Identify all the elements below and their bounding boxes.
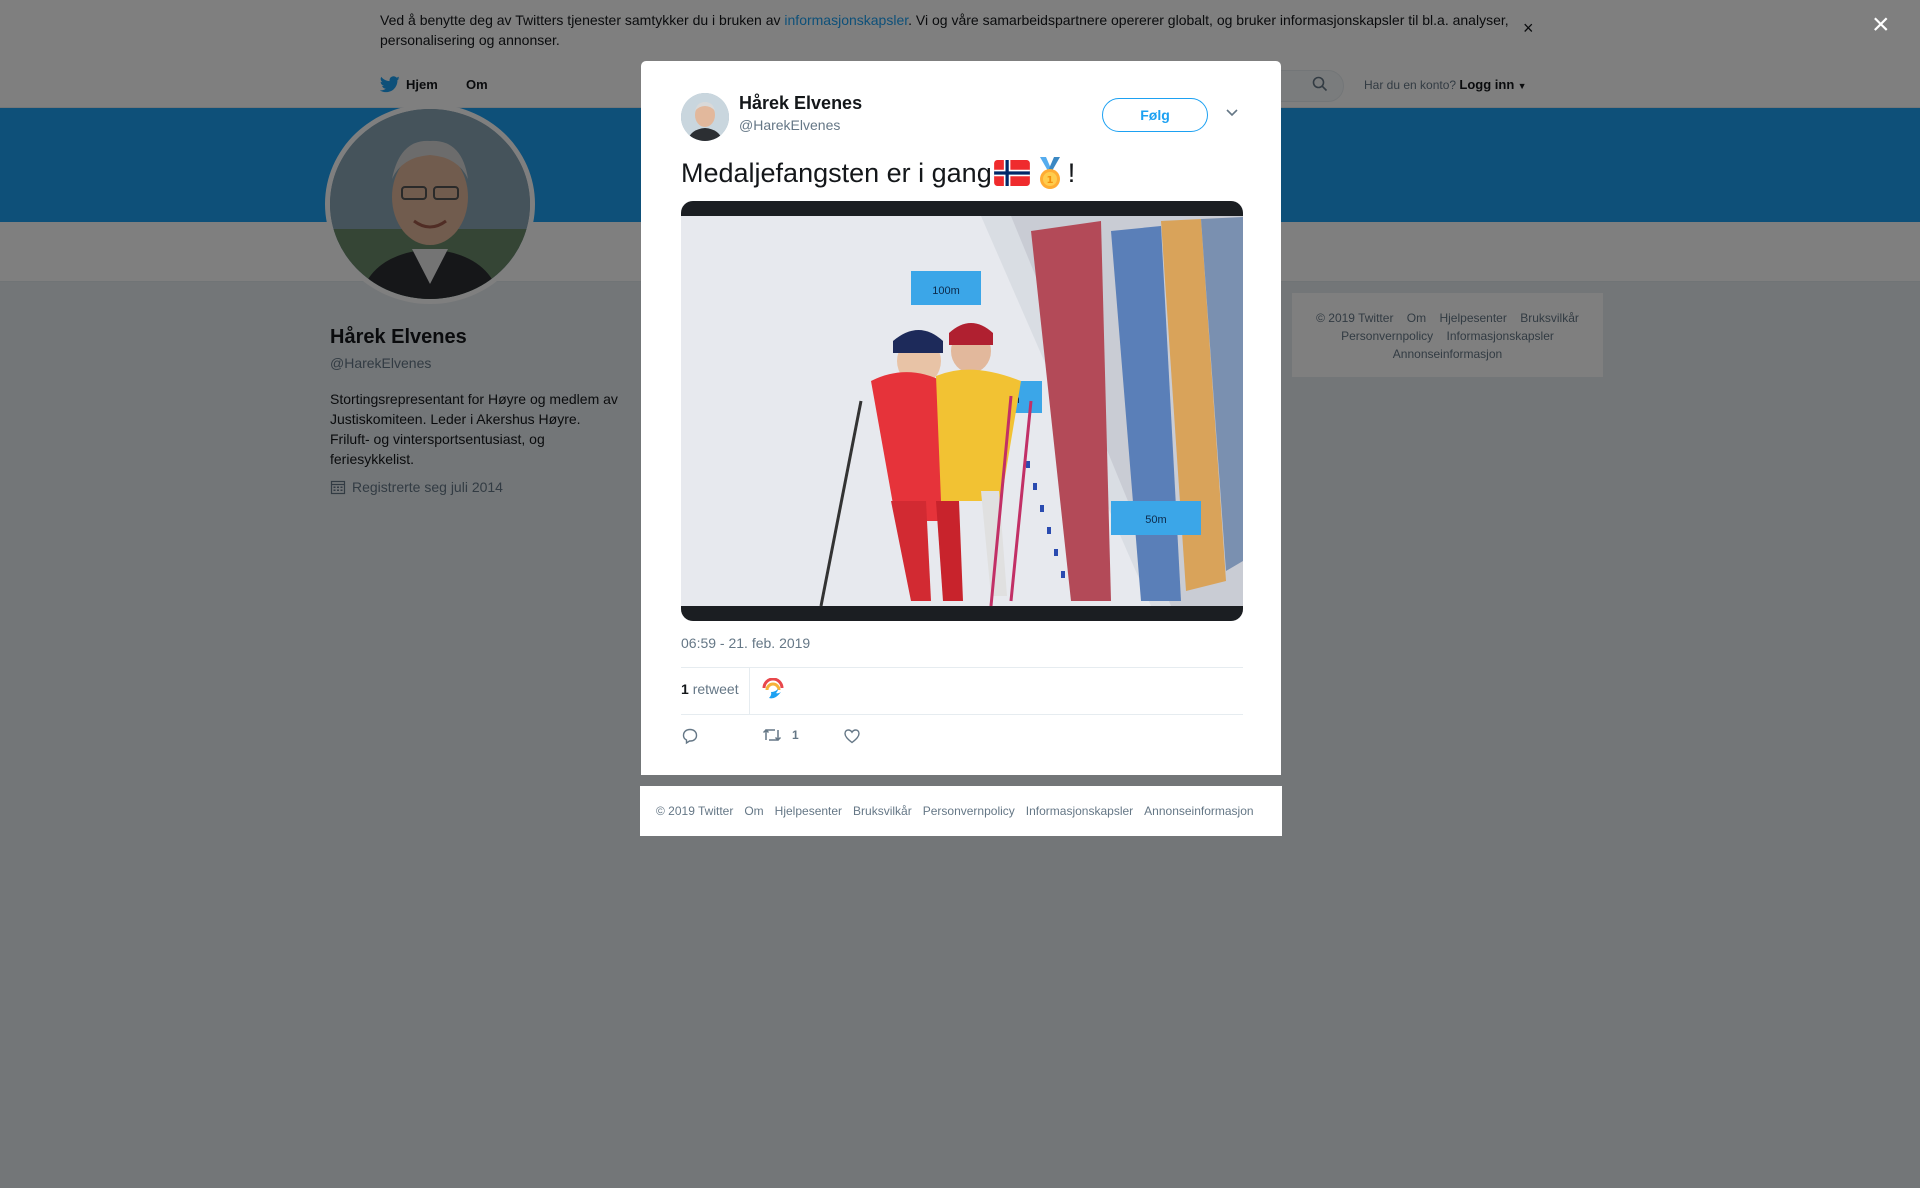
retweet-stat-label: retweet (692, 681, 739, 697)
follow-button[interactable]: Følg (1102, 98, 1208, 132)
tweet-text: Medaljefangsten er i gang 1 ! (681, 155, 1075, 191)
svg-text:1: 1 (1046, 175, 1053, 186)
tweet-photo[interactable]: 100m 75m 50m (681, 201, 1243, 621)
footer-link[interactable]: Personvernpolicy (923, 804, 1015, 818)
retweet-icon (762, 728, 782, 742)
footer-link[interactable]: © 2019 Twitter (656, 804, 733, 818)
tweet-photo-image: 100m 75m 50m (681, 201, 1243, 621)
footer-link[interactable]: Annonseinformasjon (1144, 804, 1253, 818)
heart-icon[interactable] (843, 727, 861, 745)
chevron-down-icon[interactable] (1225, 108, 1239, 118)
tweet-text-body: Medaljefangsten er i gang (681, 157, 992, 188)
flag-norway-icon (993, 160, 1030, 186)
tweet-timestamp[interactable]: 06:59 - 21. feb. 2019 (681, 635, 810, 651)
author-name[interactable]: Hårek Elvenes (739, 93, 862, 114)
retweet-stat-count: 1 (681, 681, 689, 697)
photo-sign-100m: 100m (932, 285, 960, 297)
footer-link[interactable]: Bruksvilkår (853, 804, 912, 818)
retweet-button[interactable]: 1 (762, 726, 799, 744)
retweeter-avatar[interactable] (761, 678, 785, 702)
medal-icon: 1 (1039, 157, 1060, 189)
divider (749, 668, 750, 714)
author-avatar[interactable] (681, 93, 729, 141)
divider (681, 667, 1243, 668)
modal-footer: © 2019 Twitter Om Hjelpesenter Bruksvilk… (640, 786, 1282, 836)
photo-sign-50m: 50m (1145, 514, 1166, 526)
tweet-text-end: ! (1067, 157, 1076, 188)
reply-icon[interactable] (681, 727, 699, 745)
divider (681, 714, 1243, 715)
retweet-stat[interactable]: 1 retweet (681, 681, 739, 697)
footer-link[interactable]: Om (744, 804, 763, 818)
author-handle[interactable]: @HarekElvenes (739, 117, 840, 133)
tweet-modal: Hårek Elvenes @HarekElvenes Følg Medalje… (641, 61, 1281, 775)
retweet-action-count: 1 (792, 728, 799, 742)
footer-link[interactable]: Informasjonskapsler (1026, 804, 1133, 818)
overlay-close-button[interactable]: × (1872, 10, 1890, 40)
author-avatar-photo (681, 93, 729, 141)
footer-link[interactable]: Hjelpesenter (775, 804, 842, 818)
